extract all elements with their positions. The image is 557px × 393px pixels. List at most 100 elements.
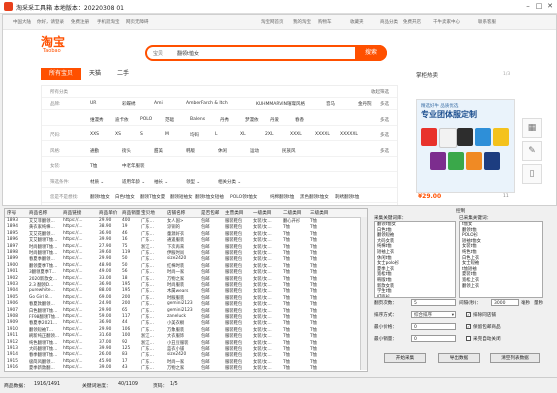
interval-input[interactable]: 3000 xyxy=(491,299,519,306)
filter-option[interactable]: 白色t恤女 xyxy=(115,194,135,200)
column-header[interactable]: 二级类目 xyxy=(283,210,301,216)
filter-option[interactable]: Ami xyxy=(154,101,163,106)
filter-option[interactable]: 通勤 xyxy=(90,148,99,154)
filter-option[interactable]: L xyxy=(215,132,218,137)
filter-option[interactable]: 运动 xyxy=(250,148,259,154)
topnav-item[interactable]: 手机逛淘宝 xyxy=(97,19,120,25)
maximize-icon[interactable]: □ xyxy=(534,2,544,11)
filter-option[interactable]: XXXL xyxy=(290,132,302,137)
filter-option[interactable]: XS xyxy=(115,132,121,137)
start-button[interactable]: 开始采集 xyxy=(384,353,426,363)
filter-option[interactable]: 彩蝶绣 xyxy=(122,101,136,107)
tab-all[interactable]: 所有宝贝 xyxy=(41,68,81,80)
filter-option[interactable]: XXXXXL xyxy=(340,132,358,137)
filter-option[interactable]: 民族风 xyxy=(282,148,296,154)
filter-multi-select[interactable]: 多选 xyxy=(380,132,389,138)
pages-input[interactable]: 5 xyxy=(411,299,456,306)
column-header[interactable]: 宝贝地 xyxy=(141,210,155,216)
filter-option[interactable]: 2XL xyxy=(265,132,273,137)
filter-option[interactable]: UR xyxy=(90,101,96,106)
filter-option[interactable]: 梦漫依 xyxy=(245,117,259,123)
filter-head-label[interactable]: 所有分类 xyxy=(50,89,68,95)
filter-option[interactable]: 领型 ⌄ xyxy=(186,179,200,185)
keyword-item[interactable]: 打底衫 xyxy=(375,295,455,297)
filter-option[interactable]: T恤 xyxy=(90,163,97,169)
filter-option[interactable]: 翻领t恤女短袖 xyxy=(195,194,224,200)
filter-option[interactable]: 迪卡依 xyxy=(115,117,129,123)
close-icon[interactable]: ✕ xyxy=(545,2,555,11)
topnav-item[interactable]: 联系客服 xyxy=(478,19,496,25)
min-sales-input[interactable]: 0 xyxy=(411,335,456,342)
topnav-item[interactable]: 淘宝网首页 xyxy=(261,19,284,25)
filter-option[interactable]: POLO领t恤女 xyxy=(230,194,257,200)
column-header[interactable]: 序号 xyxy=(7,210,16,216)
filter-option[interactable]: M xyxy=(165,132,169,137)
filter-option[interactable]: 韩版 xyxy=(186,148,195,154)
min-price-input[interactable]: 0 xyxy=(411,323,456,330)
filter-option[interactable]: 翻领t恤女 xyxy=(90,194,110,200)
gift-icon[interactable]: ▦ xyxy=(522,118,542,138)
column-header[interactable]: 主营类目 xyxy=(225,210,243,216)
filter-option[interactable]: XL xyxy=(240,132,246,137)
topnav-item[interactable]: 网页无障碍 xyxy=(126,19,149,25)
search-button[interactable]: 搜索 xyxy=(355,45,387,61)
filter-option[interactable]: AmberFarch & Itch xyxy=(186,101,228,106)
tab-secondhand[interactable]: 二手 xyxy=(109,68,137,80)
column-header[interactable]: 三级类目 xyxy=(310,210,328,216)
search-box[interactable]: 宝贝 翻领t恤女 xyxy=(145,45,387,61)
topnav-item[interactable]: 商品分类 xyxy=(380,19,398,25)
topnav-item[interactable]: 千牛卖家中心 xyxy=(433,19,460,25)
filter-option[interactable]: 街头 xyxy=(122,148,131,154)
search-input[interactable]: 翻领t恤女 xyxy=(177,50,199,57)
filter-option[interactable]: 刺绣翻领t恤 xyxy=(335,194,359,200)
kw-done-list[interactable]: t恤女 翻领t恤 POLO衫 短袖t恤女 女装t恤 纯色t恤 白色上衣 女士短袖 t恤短袖 夏装t… xyxy=(459,221,543,298)
filter-option[interactable]: 材质 ⌄ xyxy=(90,179,104,185)
filter-option[interactable]: 甜美 xyxy=(154,148,163,154)
filter-option[interactable]: 翻领短袖女 xyxy=(170,194,193,200)
topnav-item[interactable]: 中国大陆 xyxy=(13,19,31,25)
filter-option[interactable]: 黑色翻领t恤女 xyxy=(300,194,329,200)
topnav-item[interactable]: 收藏夹 xyxy=(350,19,364,25)
filter-option[interactable]: 均码 xyxy=(190,132,199,138)
filter-multi-select[interactable]: 多选 xyxy=(380,101,389,107)
filter-option[interactable]: 适用年龄 ⌄ xyxy=(122,179,145,185)
filter-option[interactable]: 丹秀 xyxy=(220,117,229,123)
column-header[interactable]: 商品销量 xyxy=(122,210,140,216)
filter-option[interactable]: 相关分类 ⌄ xyxy=(218,179,241,185)
filter-option[interactable]: S xyxy=(140,132,143,137)
filter-option[interactable]: KUHMMARVIN璀璨风格 xyxy=(256,101,305,107)
topnav-item[interactable]: 你好，请登录 xyxy=(37,19,64,25)
taobao-browser[interactable]: 中国大陆 你好，请登录 免费注册 手机逛淘宝 网页无障碍 淘宝网首页 我的淘宝 购物车 收藏夹 商… xyxy=(2,14,557,206)
filter-option[interactable]: 袖长 ⌄ xyxy=(154,179,168,185)
clear-button[interactable]: 清空列表数据 xyxy=(490,353,540,363)
column-header[interactable]: 一级类目 xyxy=(253,210,271,216)
filter-option[interactable]: 音马 xyxy=(326,101,335,107)
search-category[interactable]: 宝贝 xyxy=(153,50,163,57)
table-row[interactable]: 1916 夏季新款翻… https://... 39.00 43 广东… 万物之家 包邮 服装鞋… xyxy=(5,365,367,371)
filter-option[interactable]: 维漫秀 xyxy=(90,117,104,123)
filter-option[interactable]: 翻领T恤女夏 xyxy=(140,194,165,200)
topnav-item[interactable]: 免费开店 xyxy=(403,19,421,25)
filter-multi-select[interactable]: 多选 xyxy=(380,117,389,123)
topnav-item[interactable]: 购物车 xyxy=(318,19,332,25)
keyword-item[interactable]: 翻领上衣 xyxy=(460,284,542,290)
export-button[interactable]: 导出数据 xyxy=(438,353,480,363)
filter-option[interactable]: Balens xyxy=(190,117,205,122)
edit-icon[interactable]: ✎ xyxy=(522,141,542,161)
topnav-item[interactable]: 免费注册 xyxy=(71,19,89,25)
dedupe-checkbox[interactable]: ✓ xyxy=(466,312,471,317)
ad-page[interactable]: 1/3 xyxy=(503,72,510,77)
tab-tmall[interactable]: 天猫 xyxy=(81,68,109,80)
filter-option[interactable]: 休闲 xyxy=(218,148,227,154)
table-scrollbar[interactable] xyxy=(360,217,367,370)
filter-option[interactable]: 纯棉翻领t恤 xyxy=(270,194,294,200)
ad-image[interactable]: 精选好牛 品质优选 专业团体服定制 xyxy=(416,99,515,193)
auto-close-checkbox[interactable] xyxy=(466,336,471,341)
filter-option[interactable]: XXS xyxy=(90,132,99,137)
filter-option[interactable]: XXXXL xyxy=(315,132,330,137)
filter-option[interactable]: 金丹院 xyxy=(358,101,372,107)
minimize-icon[interactable]: – xyxy=(523,2,533,11)
column-header[interactable]: 商品名称 xyxy=(29,210,47,216)
free-ship-checkbox[interactable]: ✓ xyxy=(466,324,471,329)
filter-option[interactable]: 丹爱 xyxy=(270,117,279,123)
